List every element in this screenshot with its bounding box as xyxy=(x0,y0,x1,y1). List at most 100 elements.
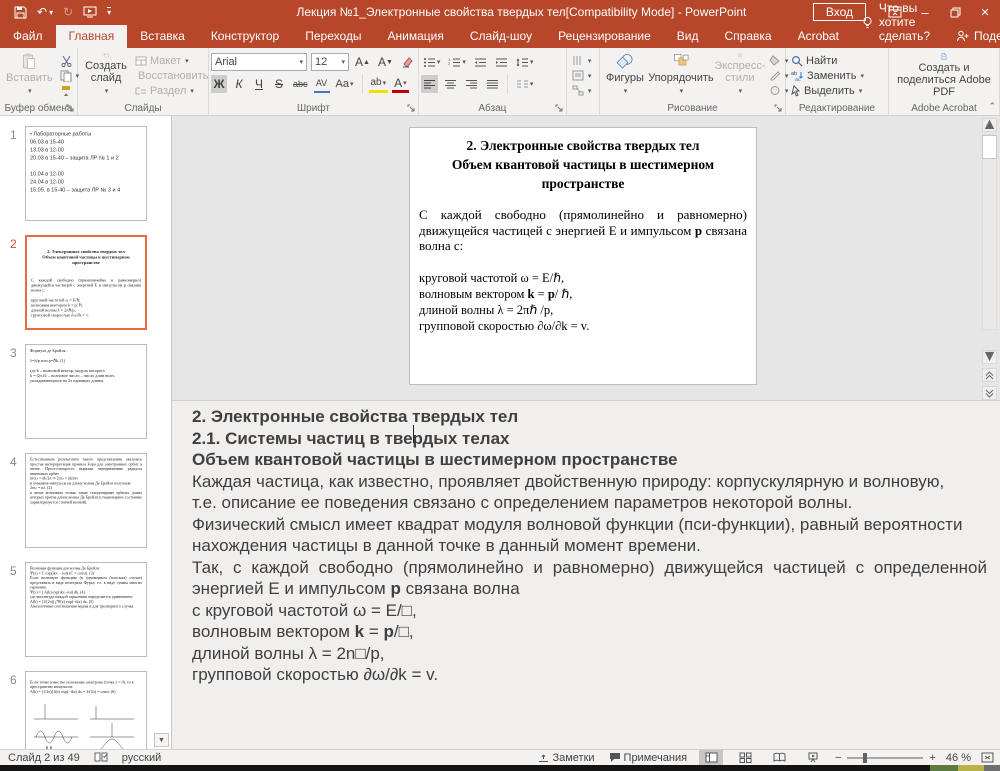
strikethrough-button[interactable]: S xyxy=(271,75,287,93)
reset-slide-button[interactable]: Восстановить xyxy=(133,68,205,83)
convert-smartart-icon[interactable]: ▾ xyxy=(570,83,594,98)
replace-button[interactable]: abac Заменить▾ xyxy=(789,68,885,83)
normal-view-button[interactable] xyxy=(699,750,723,765)
spellcheck-icon[interactable] xyxy=(94,752,108,763)
comments-toggle[interactable]: Примечания xyxy=(607,750,690,766)
thumbnail-slide-5[interactable]: 5 Волновая функция для волны Де Бройля: … xyxy=(0,562,171,657)
scrollbar-thumb[interactable] xyxy=(982,135,997,159)
slideshow-view-button[interactable] xyxy=(801,750,825,765)
font-color-button[interactable]: А▾ xyxy=(392,75,409,93)
quick-styles-button[interactable]: Экспресс-стили▾ xyxy=(714,51,766,100)
zoom-level[interactable]: 46 % xyxy=(946,752,971,764)
undo-button[interactable]: ↶▾ xyxy=(37,5,53,19)
scroll-down-button[interactable]: ▼ xyxy=(982,350,997,364)
thumbnail-slide-6[interactable]: 6 Если точно известно положение электрон… xyxy=(0,671,171,749)
bullets-icon[interactable]: ▾ xyxy=(421,53,443,71)
previous-slide-button[interactable] xyxy=(982,368,997,382)
save-icon[interactable] xyxy=(14,6,27,19)
columns-icon[interactable]: ▾ xyxy=(514,75,536,93)
tab-animations[interactable]: Анимация xyxy=(375,25,457,48)
tab-design[interactable]: Конструктор xyxy=(198,25,292,48)
reading-view-button[interactable] xyxy=(767,750,791,765)
align-text-icon[interactable]: ▾ xyxy=(570,68,594,83)
zoom-in-button[interactable]: + xyxy=(929,752,935,764)
tab-slideshow[interactable]: Слайд-шоу xyxy=(457,25,545,48)
next-slide-button[interactable] xyxy=(982,386,997,400)
collapse-ribbon-button[interactable]: ⌃ xyxy=(988,101,996,112)
scroll-up-button[interactable]: ▲ xyxy=(982,118,997,132)
share-button[interactable]: Поделиться xyxy=(940,25,1000,48)
thumbnail-slide-1[interactable]: 1 • Лабораторные работы 06.03 в 15-40 13… xyxy=(0,126,171,221)
character-spacing-button[interactable]: AV xyxy=(314,75,330,93)
tell-me-search[interactable]: Что вы хотите сделать? xyxy=(852,0,940,48)
tab-acrobat[interactable]: Acrobat xyxy=(785,25,852,48)
find-button[interactable]: Найти xyxy=(789,53,885,68)
italic-button[interactable]: К xyxy=(231,75,247,93)
tab-view[interactable]: Вид xyxy=(664,25,712,48)
justify-button[interactable] xyxy=(484,75,501,93)
notes-toggle[interactable]: Заметки xyxy=(536,750,596,766)
tab-transitions[interactable]: Переходы xyxy=(292,25,374,48)
bold-button[interactable]: Ж xyxy=(211,75,227,93)
select-button[interactable]: Выделить▾ xyxy=(789,83,885,98)
slide-canvas[interactable]: 2. Электронные свойства твердых тел Объе… xyxy=(409,127,757,385)
text-highlight-button[interactable]: ab▾ xyxy=(369,75,389,93)
font-size-combo[interactable]: 12▾ xyxy=(311,53,349,71)
align-left-button[interactable] xyxy=(421,75,438,93)
shrink-font-button[interactable]: А▼ xyxy=(376,53,395,71)
font-family-combo[interactable]: Arial▾ xyxy=(211,53,307,71)
group-slides: Создать слайд▾ Макет▾ Восстановить Разде… xyxy=(78,48,209,115)
numbering-icon[interactable]: 12▾ xyxy=(446,53,468,71)
line-spacing-icon[interactable]: ▾ xyxy=(514,53,536,71)
layout-button[interactable]: Макет▾ xyxy=(133,53,205,68)
tab-help[interactable]: Справка xyxy=(711,25,784,48)
arrange-button[interactable]: Упорядочить▾ xyxy=(648,51,714,100)
slide-title-text[interactable]: 2. Электронные свойства твердых тел Объе… xyxy=(419,136,747,193)
abc-strike-icon[interactable]: abc xyxy=(291,75,310,93)
drawing-dialog-launcher[interactable] xyxy=(774,104,783,113)
start-slideshow-icon[interactable] xyxy=(83,6,97,18)
clear-formatting-icon[interactable] xyxy=(399,53,416,71)
change-case-button[interactable]: Aa▾ xyxy=(334,75,356,93)
notes-pane[interactable]: 2. Электронные свойства твердых тел 2.1.… xyxy=(172,400,1000,749)
restore-button[interactable] xyxy=(940,0,970,24)
language-indicator[interactable]: русский xyxy=(122,752,161,764)
paste-button[interactable]: Вставить▾ xyxy=(2,51,57,100)
thumbnail-slide-4[interactable]: 4 Естественным результатом такого предст… xyxy=(0,453,171,548)
grow-font-button[interactable]: А▲ xyxy=(353,53,372,71)
align-right-button[interactable] xyxy=(463,75,480,93)
slide-sorter-view-button[interactable] xyxy=(733,750,757,765)
zoom-slider-thumb[interactable] xyxy=(863,753,867,763)
tab-file[interactable]: Файл xyxy=(0,25,56,48)
slide-formula-lines[interactable]: круговой частотой ω = E/ℏ, волновым вект… xyxy=(419,270,747,334)
tab-review[interactable]: Рецензирование xyxy=(545,25,664,48)
align-center-button[interactable] xyxy=(442,75,459,93)
paragraph-dialog-launcher[interactable] xyxy=(555,104,564,113)
customize-qat-button[interactable]: ▾ xyxy=(107,7,111,17)
font-dialog-launcher[interactable] xyxy=(407,104,416,113)
increase-indent-icon[interactable] xyxy=(493,53,510,71)
text-direction-icon[interactable]: ▾ xyxy=(570,53,594,68)
new-slide-button[interactable]: Создать слайд▾ xyxy=(80,51,132,100)
thumbnail-scroll-down-button[interactable]: ▼ xyxy=(154,733,169,747)
slide-indicator[interactable]: Слайд 2 из 49 xyxy=(8,752,80,764)
underline-button[interactable]: Ч xyxy=(251,75,267,93)
section-button[interactable]: Раздел▾ xyxy=(133,83,205,98)
create-share-pdf-button[interactable]: Создать и поделиться Adobe PDF xyxy=(891,51,997,100)
clipboard-dialog-launcher[interactable] xyxy=(66,104,75,113)
tab-home[interactable]: Главная xyxy=(56,25,128,48)
close-button[interactable]: × xyxy=(970,0,1000,24)
decrease-indent-icon[interactable] xyxy=(472,53,489,71)
zoom-slider-track[interactable] xyxy=(847,757,923,759)
thumbnail-slide-2-selected[interactable]: 2 2. Электронные свойства твердых тел Об… xyxy=(0,235,171,330)
notes-line: с круговой частотой ω = E/□, xyxy=(192,600,987,622)
fit-to-window-button[interactable] xyxy=(981,752,994,763)
zoom-out-button[interactable]: − xyxy=(835,752,841,764)
redo-button[interactable]: ↻ xyxy=(63,5,73,19)
scrollbar-track[interactable] xyxy=(982,134,997,330)
thumbnail-slide-3[interactable]: 3 Формула де Бройля : λ=h/p или p=ℏk. (1… xyxy=(0,344,171,439)
tab-insert[interactable]: Вставка xyxy=(127,25,198,48)
shapes-button[interactable]: Фигуры▾ xyxy=(602,51,648,100)
slide-body-paragraph[interactable]: С каждой свободно (прямолинейно и равном… xyxy=(419,207,747,254)
thumbnail-5-text: Волновая функция для волны Де Бройля: Ψ(… xyxy=(30,566,142,609)
